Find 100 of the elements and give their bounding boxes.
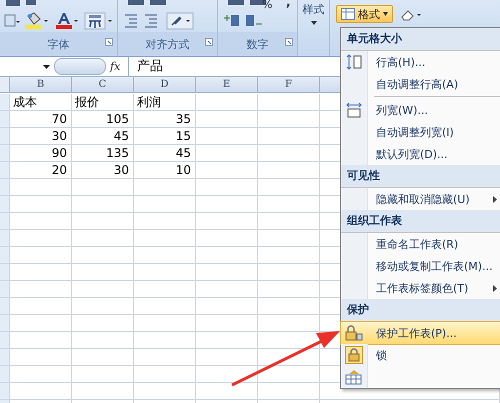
- row-header[interactable]: [0, 145, 10, 162]
- font-color-icon[interactable]: [54, 12, 80, 30]
- menu-item[interactable]: 自动调整列宽(I): [341, 121, 500, 143]
- table-icon: [341, 8, 355, 20]
- row-header[interactable]: [0, 383, 10, 400]
- phonetic-icon[interactable]: [84, 12, 114, 30]
- format-button[interactable]: 格式: [336, 5, 393, 23]
- percent-button[interactable]: %: [262, 0, 272, 11]
- menu-item[interactable]: 重命名工作表(R): [341, 233, 500, 255]
- menu-item[interactable]: 默认列宽(D)...: [341, 143, 500, 165]
- table-cell: [196, 315, 258, 332]
- row-header[interactable]: [0, 315, 10, 332]
- caret-icon[interactable]: [43, 64, 50, 68]
- menu-item[interactable]: 移动或复制工作表(M)...: [341, 255, 500, 277]
- table-cell: [72, 366, 134, 383]
- table-cell: [196, 264, 258, 281]
- table-cell: [196, 366, 258, 383]
- row-header[interactable]: [0, 264, 10, 281]
- menu-item[interactable]: 锁: [341, 344, 500, 366]
- table-cell: [10, 315, 72, 332]
- comma-button[interactable]: ,: [286, 0, 291, 9]
- select-all-corner[interactable]: [0, 77, 10, 93]
- table-cell: [134, 366, 196, 383]
- table-cell: [10, 179, 72, 196]
- table-cell: [72, 247, 134, 264]
- table-cell: [134, 298, 196, 315]
- table-cell: [196, 349, 258, 366]
- column-header[interactable]: B: [10, 77, 72, 93]
- table-cell: [196, 196, 258, 213]
- table-cell: [72, 213, 134, 230]
- table-cell: 20: [10, 162, 72, 179]
- orientation-icon[interactable]: [166, 12, 194, 30]
- row-header[interactable]: [0, 94, 10, 111]
- menu-item[interactable]: 保护工作表(P)...: [341, 322, 500, 344]
- formula-bar-handle[interactable]: [54, 58, 106, 75]
- row-header[interactable]: [0, 111, 10, 128]
- caret-icon: [310, 21, 316, 25]
- table-cell: 30: [10, 128, 72, 145]
- row-header[interactable]: [0, 298, 10, 315]
- column-header[interactable]: E: [196, 77, 258, 93]
- column-header[interactable]: C: [72, 77, 134, 93]
- table-cell: [72, 179, 134, 196]
- eraser-icon[interactable]: [401, 9, 423, 21]
- menu-heading: 单元格大小: [341, 28, 500, 51]
- table-cell: [10, 298, 72, 315]
- table-cell: [134, 281, 196, 298]
- table-cell: [196, 94, 258, 111]
- table-cell: [72, 196, 134, 213]
- table-cell: [196, 179, 258, 196]
- dialog-launcher-icon[interactable]: [105, 38, 113, 46]
- fill-color-icon[interactable]: [24, 12, 50, 30]
- column-width-icon: [346, 102, 362, 118]
- table-cell: 利润: [134, 94, 196, 111]
- table-cell: [72, 349, 134, 366]
- table-cell: [196, 145, 258, 162]
- table-cell: [10, 264, 72, 281]
- menu-item[interactable]: 列宽(W)...: [341, 99, 500, 121]
- dialog-launcher-icon[interactable]: [205, 38, 213, 46]
- row-header[interactable]: [0, 332, 10, 349]
- table-cell: [10, 213, 72, 230]
- table-cell: [10, 332, 72, 349]
- lock-icon: [345, 346, 363, 364]
- table-cell: [196, 247, 258, 264]
- row-header[interactable]: [0, 366, 10, 383]
- group-label: 对齐方式: [146, 36, 190, 52]
- table-cell: [72, 264, 134, 281]
- row-header[interactable]: [0, 349, 10, 366]
- table-cell: [134, 383, 196, 400]
- menu-item[interactable]: 隐藏和取消隐藏(U): [341, 188, 500, 210]
- table-cell: [10, 230, 72, 247]
- table-cell: 70: [10, 111, 72, 128]
- table-cell: [134, 230, 196, 247]
- table-cell: [10, 383, 72, 400]
- row-header[interactable]: [0, 230, 10, 247]
- row-header[interactable]: [0, 213, 10, 230]
- table-cell: 105: [72, 111, 134, 128]
- caret-icon: [383, 12, 388, 16]
- table-cell: 15: [134, 128, 196, 145]
- function-button[interactable]: fx: [110, 60, 128, 73]
- row-header[interactable]: [0, 196, 10, 213]
- table-cell: 90: [10, 145, 72, 162]
- column-header[interactable]: D: [134, 77, 196, 93]
- row-header[interactable]: [0, 179, 10, 196]
- table-cell: [196, 332, 258, 349]
- dialog-launcher-icon[interactable]: [285, 38, 293, 46]
- row-header[interactable]: [0, 281, 10, 298]
- border-icon[interactable]: [4, 13, 20, 29]
- column-header[interactable]: F: [258, 77, 320, 93]
- menu-item[interactable]: 工作表标签颜色(T): [341, 277, 500, 299]
- table-cell: 30: [72, 162, 134, 179]
- table-cell: 45: [72, 128, 134, 145]
- styles-button[interactable]: 样式: [302, 2, 324, 17]
- table-cell: [10, 281, 72, 298]
- row-header[interactable]: [0, 247, 10, 264]
- table-cell: [10, 349, 72, 366]
- table-cell: [196, 383, 258, 400]
- menu-item[interactable]: 自动调整行高(A): [341, 73, 500, 95]
- table-cell: [72, 332, 134, 349]
- row-header[interactable]: [0, 128, 10, 145]
- row-header[interactable]: [0, 162, 10, 179]
